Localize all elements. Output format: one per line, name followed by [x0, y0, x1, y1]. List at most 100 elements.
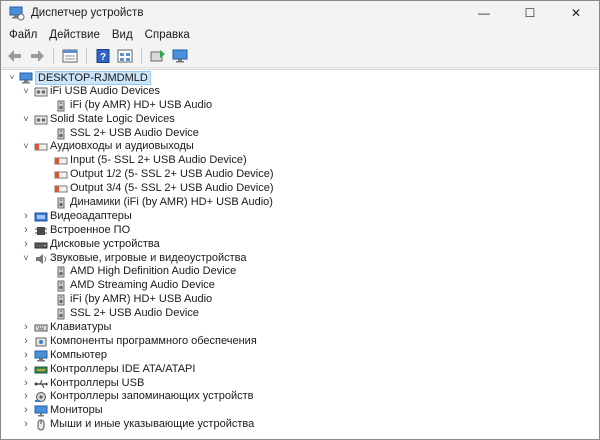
tree-category[interactable]: › Компоненты программного обеспечения: [1, 335, 599, 349]
chevron-down-icon[interactable]: ˅: [21, 85, 31, 99]
tree-item-label: Контроллеры запоминающих устройств: [50, 390, 254, 403]
tree-device[interactable]: SSL 2+ USB Audio Device: [1, 307, 599, 321]
ide-controller-icon: [34, 364, 48, 376]
properties-button[interactable]: [60, 47, 80, 65]
toolbar-separator: [141, 48, 142, 64]
chevron-down-icon[interactable]: ˅: [21, 113, 31, 127]
mouse-icon: [34, 419, 48, 431]
forward-icon: [31, 50, 44, 62]
device-manager-window: Диспетчер устройств — ☐ ✕ Файл Действие …: [0, 0, 600, 440]
computer-name: DESKTOP-RJMDMLD: [35, 71, 151, 85]
title-bar: Диспетчер устройств — ☐ ✕: [1, 1, 599, 25]
minimize-button[interactable]: —: [461, 1, 507, 25]
display-adapter-icon: [34, 211, 48, 223]
tree-item-label: Компоненты программного обеспечения: [50, 334, 257, 347]
tree-item-label: Input (5- SSL 2+ USB Audio Device): [70, 154, 247, 167]
forward-button[interactable]: [27, 47, 47, 65]
tree-category[interactable]: › Компьютер: [1, 349, 599, 363]
help-button[interactable]: ?: [93, 47, 113, 65]
device-manager-app-icon: [9, 5, 25, 21]
chevron-right-icon[interactable]: ›: [21, 377, 31, 391]
chevron-right-icon[interactable]: ›: [21, 238, 31, 252]
chevron-right-icon[interactable]: ›: [21, 363, 31, 377]
chevron-right-icon[interactable]: ›: [21, 390, 31, 404]
tree-item-label: Звуковые, игровые и видеоустройства: [50, 251, 247, 264]
chevron-right-icon[interactable]: ›: [21, 418, 31, 432]
tree-device[interactable]: iFi (by AMR) HD+ USB Audio: [1, 293, 599, 307]
computer-icon: [34, 350, 48, 362]
chevron-right-icon[interactable]: ›: [21, 321, 31, 335]
menu-help[interactable]: Справка: [139, 25, 196, 45]
tree-category[interactable]: ˅ iFi USB Audio Devices: [1, 85, 599, 99]
tree-category[interactable]: › Контроллеры IDE ATA/ATAPI: [1, 363, 599, 377]
chevron-right-icon[interactable]: ›: [21, 210, 31, 224]
toolbar-separator: [86, 48, 87, 64]
tree-category[interactable]: ˅ Solid State Logic Devices: [1, 113, 599, 127]
menu-file[interactable]: Файл: [3, 25, 43, 45]
chevron-right-icon[interactable]: ›: [21, 404, 31, 418]
speaker-icon: [54, 266, 68, 278]
view-button[interactable]: [115, 47, 135, 65]
tree-item-label: AMD High Definition Audio Device: [70, 265, 237, 278]
tree-category[interactable]: › Мониторы: [1, 404, 599, 418]
update-driver-button[interactable]: [148, 47, 168, 65]
disk-icon: [34, 239, 48, 251]
chevron-down-icon[interactable]: ˅: [7, 71, 17, 85]
tree-item-label: AMD Streaming Audio Device: [70, 279, 215, 292]
back-icon: [8, 50, 21, 62]
firmware-icon: [34, 225, 48, 237]
tree-device[interactable]: Динамики (iFi (by AMR) HD+ USB Audio): [1, 196, 599, 210]
tree-item-label: iFi (by AMR) HD+ USB Audio: [70, 293, 213, 306]
tree-root[interactable]: ˅ DESKTOP-RJMDMLD: [1, 71, 599, 85]
tree-category[interactable]: › Контроллеры запоминающих устройств: [1, 390, 599, 404]
monitor-icon: [34, 405, 48, 417]
tree-rows: ˅ iFi USB Audio Devices iFi (by AMR) HD+ U…: [1, 85, 599, 432]
svg-text:?: ?: [100, 52, 106, 63]
tree-device[interactable]: Output 1/2 (5- SSL 2+ USB Audio Device): [1, 168, 599, 182]
tree-device[interactable]: Output 3/4 (5- SSL 2+ USB Audio Device): [1, 182, 599, 196]
tree-device[interactable]: SSL 2+ USB Audio Device: [1, 127, 599, 141]
tree-device[interactable]: Input (5- SSL 2+ USB Audio Device): [1, 154, 599, 168]
scan-monitor-icon: [172, 49, 188, 63]
close-icon: ✕: [570, 6, 582, 20]
menu-action[interactable]: Действие: [43, 25, 106, 45]
tree-item-label: Встроенное ПО: [50, 223, 131, 236]
tree-category[interactable]: › Мыши и иные указывающие устройства: [1, 418, 599, 432]
view-icon: [117, 49, 133, 63]
maximize-button[interactable]: ☐: [507, 1, 553, 25]
tree-item-label: iFi USB Audio Devices: [50, 84, 161, 97]
tree-category[interactable]: › Видеоадаптеры: [1, 210, 599, 224]
audio-io-icon: [54, 155, 68, 167]
chevron-right-icon[interactable]: ›: [21, 224, 31, 238]
tree-item-label: Клавиатуры: [50, 321, 112, 334]
tree-item-label: Контроллеры IDE ATA/ATAPI: [50, 362, 196, 375]
tree-category[interactable]: › Контроллеры USB: [1, 377, 599, 391]
tree-device[interactable]: AMD High Definition Audio Device: [1, 265, 599, 279]
scan-hardware-button[interactable]: [170, 47, 190, 65]
tree-category[interactable]: ˅ Аудиовходы и аудиовыходы: [1, 140, 599, 154]
tree-category[interactable]: ˅ Звуковые, игровые и видеоустройства: [1, 252, 599, 266]
back-button[interactable]: [5, 47, 25, 65]
tree-category[interactable]: › Клавиатуры: [1, 321, 599, 335]
chevron-down-icon[interactable]: ˅: [21, 252, 31, 266]
tree-item-label: SSL 2+ USB Audio Device: [70, 307, 199, 320]
tree-category[interactable]: › Дисковые устройства: [1, 238, 599, 252]
tree-item-label: Мыши и иные указывающие устройства: [50, 418, 255, 431]
chevron-down-icon[interactable]: ˅: [21, 140, 31, 154]
menu-view[interactable]: Вид: [106, 25, 139, 45]
tree-item-label: iFi (by AMR) HD+ USB Audio: [70, 98, 213, 111]
chevron-right-icon[interactable]: ›: [21, 349, 31, 363]
speaker-icon: [54, 128, 68, 140]
speaker-icon: [54, 308, 68, 320]
tree-device[interactable]: iFi (by AMR) HD+ USB Audio: [1, 99, 599, 113]
tree-item-label: Output 3/4 (5- SSL 2+ USB Audio Device): [70, 182, 274, 195]
tree-device[interactable]: AMD Streaming Audio Device: [1, 279, 599, 293]
device-tree[interactable]: ˅ DESKTOP-RJMDMLD ˅ iFi USB Audio Devices…: [1, 69, 599, 439]
speaker-icon: [54, 294, 68, 306]
tree-category[interactable]: › Встроенное ПО: [1, 224, 599, 238]
close-button[interactable]: ✕: [553, 1, 599, 25]
help-icon: ?: [96, 49, 110, 63]
audio-io-icon: [54, 169, 68, 181]
chevron-right-icon[interactable]: ›: [21, 335, 31, 349]
audio-io-icon: [54, 183, 68, 195]
